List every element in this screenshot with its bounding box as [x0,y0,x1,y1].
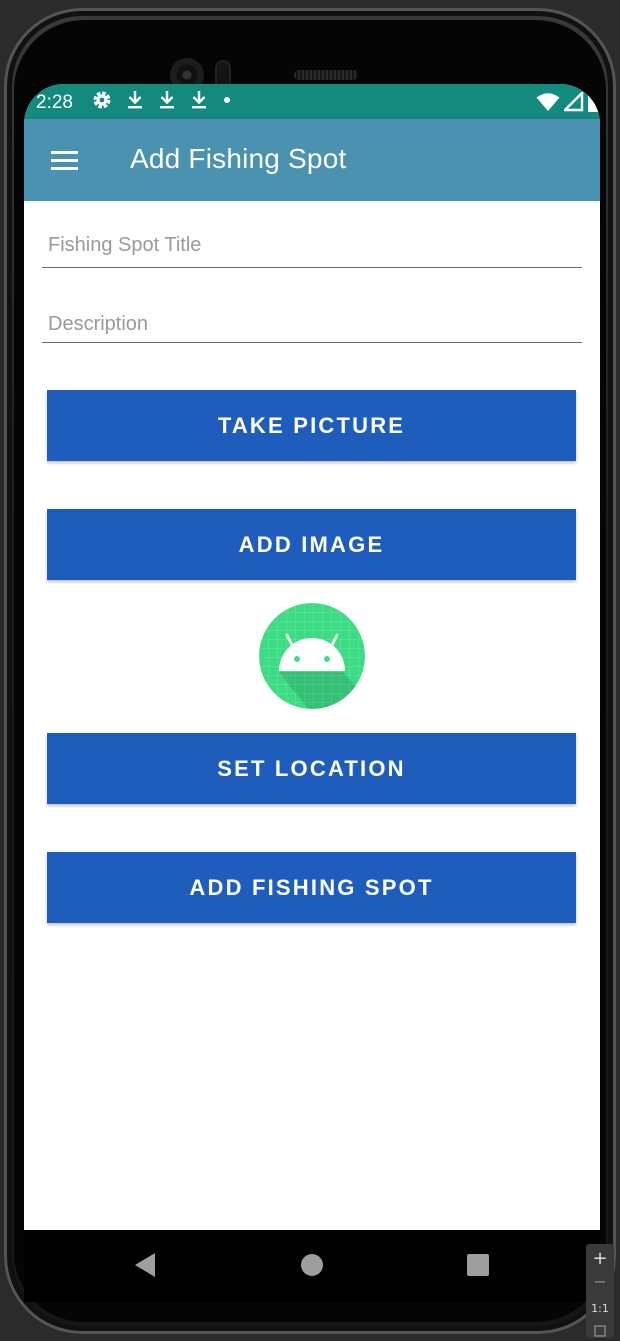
fishing-spot-title-field[interactable] [42,230,582,268]
earpiece-speaker [294,70,358,80]
add-image-button[interactable]: ADD IMAGE [47,509,576,580]
system-navigation-bar [24,1230,600,1302]
app-bar: Add Fishing Spot [24,119,600,201]
status-system-icons [536,92,600,112]
download-icon [128,91,142,109]
wifi-icon [536,93,560,111]
description-field[interactable] [42,312,582,343]
hamburger-menu-icon[interactable] [48,145,82,175]
zoom-in-button[interactable]: + [586,1248,614,1269]
app-screen: 2:28 Add Fishing Spot Fishing Spot Title… [24,84,600,1230]
download-icon [160,91,174,109]
status-notification-icons [92,90,232,110]
gear-icon [93,91,111,109]
dot-icon [224,97,230,103]
page-title: Add Fishing Spot [130,143,347,174]
android-robot-icon [259,603,365,709]
zoom-out-button[interactable]: − [586,1272,614,1291]
recents-icon[interactable] [466,1252,490,1278]
take-picture-button[interactable]: TAKE PICTURE [47,390,576,461]
signal-icon [564,92,584,112]
emulator-zoom-controls: + − 1:1 [586,1244,614,1338]
add-fishing-spot-button[interactable]: ADD FISHING SPOT [47,852,576,923]
battery-icon [588,92,600,112]
status-time: 2:28 [36,92,73,113]
status-bar: 2:28 [24,84,600,119]
back-icon[interactable] [134,1252,156,1278]
home-icon[interactable] [300,1252,324,1278]
actual-size-button[interactable]: 1:1 [586,1302,614,1315]
download-icon [192,91,206,109]
fit-screen-icon[interactable] [586,1322,614,1341]
set-location-button[interactable]: SET LOCATION [47,733,576,804]
